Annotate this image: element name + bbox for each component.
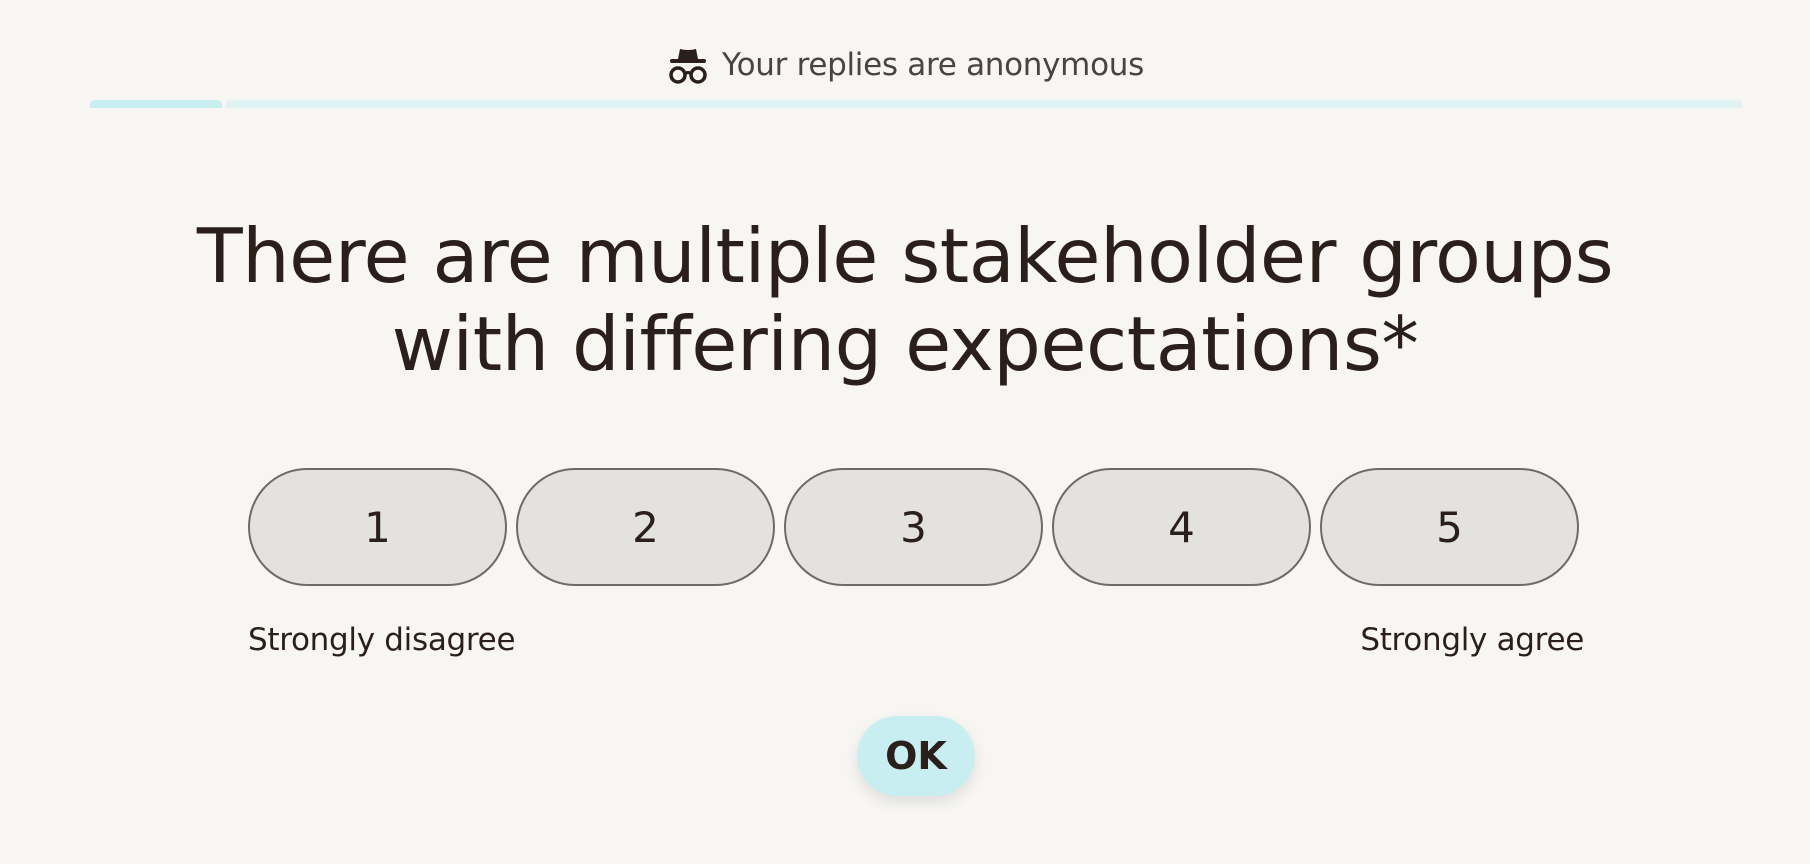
scale-max-label: Strongly agree xyxy=(1360,622,1584,658)
scale-min-label: Strongly disagree xyxy=(248,622,516,658)
opinion-scale: 1 2 3 4 5 xyxy=(248,468,1579,586)
scale-option-5[interactable]: 5 xyxy=(1320,468,1579,586)
anonymous-text: Your replies are anonymous xyxy=(722,47,1144,83)
scale-option-1[interactable]: 1 xyxy=(248,468,507,586)
scale-labels: Strongly disagree Strongly agree xyxy=(248,622,1584,658)
question-title: There are multiple stakeholder groups wi… xyxy=(196,212,1614,388)
anonymous-banner: Your replies are anonymous xyxy=(0,44,1810,86)
scale-option-3[interactable]: 3 xyxy=(784,468,1043,586)
scale-option-2[interactable]: 2 xyxy=(516,468,775,586)
scale-option-4[interactable]: 4 xyxy=(1052,468,1311,586)
progress-track xyxy=(226,100,1742,108)
progress-bar xyxy=(90,100,1742,108)
incognito-icon xyxy=(666,45,710,85)
progress-fill xyxy=(90,100,222,108)
survey-page: Your replies are anonymous There are mul… xyxy=(0,0,1810,864)
ok-button[interactable]: OK xyxy=(857,716,975,796)
